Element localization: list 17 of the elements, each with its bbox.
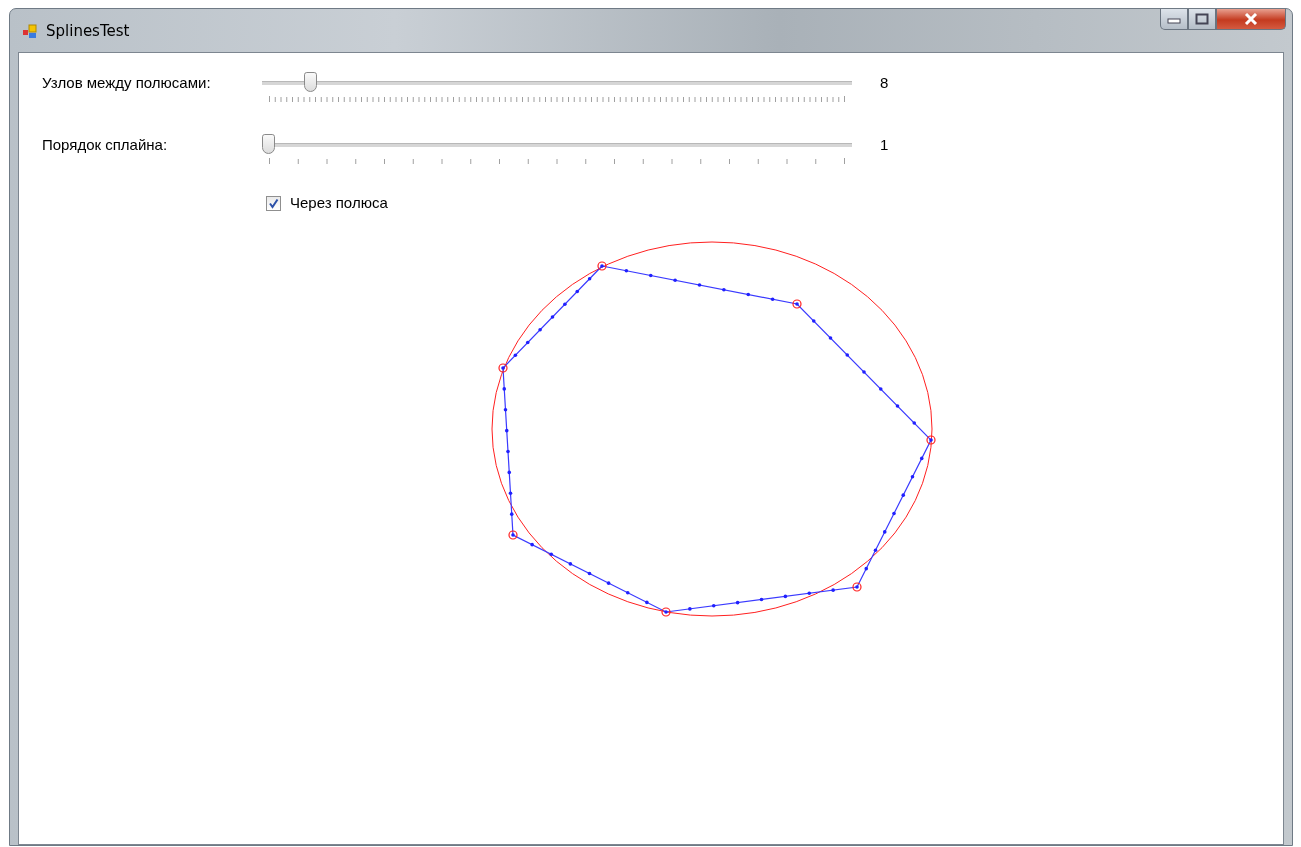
maximize-button[interactable] — [1188, 9, 1216, 30]
slider-label: Узлов между полюсами: — [41, 74, 212, 92]
slider-thumb[interactable] — [304, 72, 318, 92]
slider-label: Порядок сплайна: — [41, 136, 169, 154]
checkbox-label: Через полюса — [290, 194, 388, 212]
minimize-button[interactable] — [1160, 9, 1188, 30]
slider-value: 1 — [880, 136, 889, 154]
slider-track[interactable] — [262, 72, 852, 94]
close-button[interactable] — [1216, 9, 1286, 30]
slider-value: 8 — [880, 74, 889, 92]
app-icon — [22, 22, 38, 39]
checkbox[interactable] — [266, 195, 281, 211]
slider-track[interactable] — [262, 134, 852, 156]
window-title: SplinesTest — [46, 21, 131, 40]
slider-thumb[interactable] — [262, 134, 275, 154]
maximize-icon — [1195, 13, 1209, 25]
close-icon — [1243, 13, 1259, 25]
